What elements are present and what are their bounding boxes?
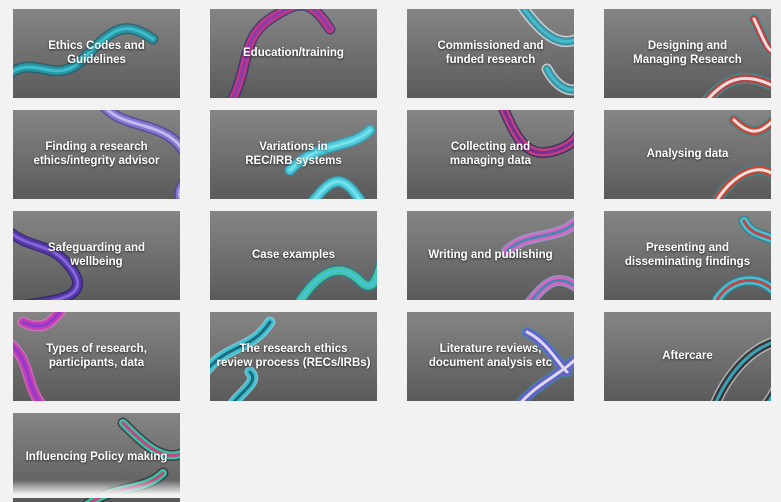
topic-tile-label: Literature reviews, document analysis et… xyxy=(428,342,553,369)
topic-tile-label: Types of research, participants, data xyxy=(46,342,147,369)
topic-tile[interactable]: Case examples xyxy=(210,211,377,300)
topic-tile-label: Education/training xyxy=(243,46,344,59)
topic-tile-label: Analysing data xyxy=(646,147,729,160)
topic-tile[interactable]: Commissioned and funded research xyxy=(407,9,574,98)
topic-tile-label: Collecting and managing data xyxy=(449,140,532,167)
topic-tile[interactable]: Literature reviews, document analysis et… xyxy=(407,312,574,401)
topic-tile[interactable]: Designing and Managing Research xyxy=(604,9,771,98)
topic-tile-label: Case examples xyxy=(251,248,336,261)
topic-tile[interactable]: Aftercare xyxy=(604,312,771,401)
topic-tile[interactable]: The research ethics review process (RECs… xyxy=(210,312,377,401)
topic-tile[interactable]: Collecting and managing data xyxy=(407,110,574,199)
topic-tile[interactable]: Finding a research ethics/integrity advi… xyxy=(13,110,180,199)
topic-tile-label: Designing and Managing Research xyxy=(633,39,742,66)
topic-tile-label: Ethics Codes and Guidelines xyxy=(48,39,145,66)
topic-tile[interactable]: Ethics Codes and Guidelines xyxy=(13,9,180,98)
bottom-fade xyxy=(0,480,781,498)
topic-tile[interactable]: Analysing data xyxy=(604,110,771,199)
topic-tile-label: The research ethics review process (RECs… xyxy=(216,342,371,369)
topic-tile[interactable]: Writing and publishing xyxy=(407,211,574,300)
topic-tile-label: Writing and publishing xyxy=(428,248,553,261)
topic-tile[interactable]: Types of research, participants, data xyxy=(13,312,180,401)
topic-tile[interactable]: Variations in REC/IRB systems xyxy=(210,110,377,199)
topic-tile-label: Presenting and disseminating findings xyxy=(624,241,751,268)
topic-tile-label: Variations in REC/IRB systems xyxy=(245,140,342,167)
topic-tile[interactable]: Safeguarding and wellbeing xyxy=(13,211,180,300)
topic-tile[interactable]: Education/training xyxy=(210,9,377,98)
topic-tile-label: Finding a research ethics/integrity advi… xyxy=(33,140,160,167)
topic-tile[interactable]: Presenting and disseminating findings xyxy=(604,211,771,300)
topic-tile-label: Aftercare xyxy=(662,349,713,362)
topic-tile-label: Safeguarding and wellbeing xyxy=(47,241,146,268)
topic-tile-label: Commissioned and funded research xyxy=(437,39,544,66)
topic-grid: Ethics Codes and Guidelines Education/tra… xyxy=(13,9,771,502)
